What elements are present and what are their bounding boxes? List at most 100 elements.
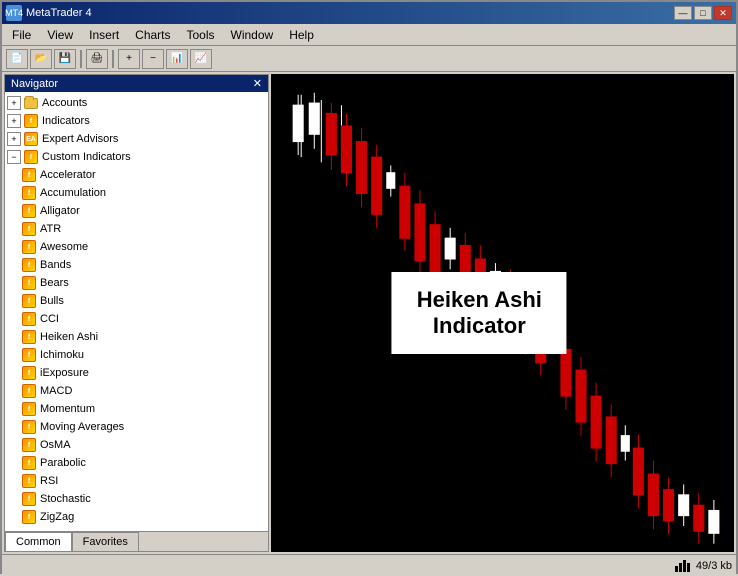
tree-item-bulls[interactable]: f Bulls	[19, 292, 268, 310]
label-bands: Bands	[40, 259, 71, 271]
menu-view[interactable]: View	[39, 26, 81, 44]
expand-accounts[interactable]: +	[7, 96, 21, 110]
chart-label-line2: Indicator	[433, 313, 526, 338]
toolbar-open[interactable]: 📂	[30, 49, 52, 69]
custom-indicators-icon: f	[23, 149, 39, 165]
chart-label: Heiken Ashi Indicator	[392, 272, 567, 354]
indicator-icon-accumulation: f	[21, 185, 37, 201]
menu-bar: File View Insert Charts Tools Window Hel…	[2, 24, 736, 46]
label-macd: MACD	[40, 385, 72, 397]
label-zigzag: ZigZag	[40, 511, 74, 523]
app-title: MetaTrader 4	[26, 7, 92, 19]
label-awesome: Awesome	[40, 241, 88, 253]
tree-item-ichimoku[interactable]: f Ichimoku	[19, 346, 268, 364]
toolbar-print[interactable]: 🖨	[86, 49, 108, 69]
title-bar: MT4 MetaTrader 4 — □ ✕	[2, 2, 736, 24]
label-stochastic: Stochastic	[40, 493, 91, 505]
expand-indicators[interactable]: +	[7, 114, 21, 128]
tree-item-bears[interactable]: f Bears	[19, 274, 268, 292]
indicator-icon-moving-averages: f	[21, 419, 37, 435]
indicator-icon-cci: f	[21, 311, 37, 327]
tree-item-accounts[interactable]: + Accounts	[5, 94, 268, 112]
tree-item-accumulation[interactable]: f Accumulation	[19, 184, 268, 202]
custom-indicators-label: Custom Indicators	[42, 151, 131, 163]
navigator-panel: Navigator ✕ + Accounts + f	[4, 74, 269, 552]
tree-item-iexposure[interactable]: f iExposure	[19, 364, 268, 382]
bars-icon	[675, 560, 690, 572]
tree-item-zigzag[interactable]: f ZigZag	[19, 508, 268, 526]
tree-item-rsi[interactable]: f RSI	[19, 472, 268, 490]
label-parabolic: Parabolic	[40, 457, 86, 469]
menu-charts[interactable]: Charts	[127, 26, 178, 44]
navigator-title: Navigator	[11, 78, 58, 90]
menu-help[interactable]: Help	[281, 26, 322, 44]
tab-common[interactable]: Common	[5, 532, 72, 551]
tree-item-parabolic[interactable]: f Parabolic	[19, 454, 268, 472]
tree-item-macd[interactable]: f MACD	[19, 382, 268, 400]
maximize-button[interactable]: □	[694, 6, 712, 20]
indicator-icon-rsi: f	[21, 473, 37, 489]
indicator-icon-alligator: f	[21, 203, 37, 219]
indicator-icon-osma: f	[21, 437, 37, 453]
app-icon: MT4	[6, 5, 22, 21]
navigator-header: Navigator ✕	[5, 75, 268, 92]
tree-item-alligator[interactable]: f Alligator	[19, 202, 268, 220]
accounts-icon	[23, 95, 39, 111]
tree-item-stochastic[interactable]: f Stochastic	[19, 490, 268, 508]
tree-item-awesome[interactable]: f Awesome	[19, 238, 268, 256]
toolbar-zoom-out[interactable]: −	[142, 49, 164, 69]
tree-item-indicators[interactable]: + f Indicators	[5, 112, 268, 130]
toolbar-indicator[interactable]: 📈	[190, 49, 212, 69]
menu-file[interactable]: File	[4, 26, 39, 44]
label-alligator: Alligator	[40, 205, 80, 217]
toolbar-chart[interactable]: 📊	[166, 49, 188, 69]
tree-item-osma[interactable]: f OsMA	[19, 436, 268, 454]
indicator-icon-ichimoku: f	[21, 347, 37, 363]
accounts-label: Accounts	[42, 97, 87, 109]
title-bar-controls: — □ ✕	[674, 6, 732, 20]
status-bars-indicator	[675, 560, 690, 572]
tree-item-momentum[interactable]: f Momentum	[19, 400, 268, 418]
toolbar-save[interactable]: 💾	[54, 49, 76, 69]
navigator-close-button[interactable]: ✕	[253, 77, 262, 90]
tree-item-expert-advisors[interactable]: + EA Expert Advisors	[5, 130, 268, 148]
label-moving-averages: Moving Averages	[40, 421, 124, 433]
indicator-icon-bulls: f	[21, 293, 37, 309]
indicator-icon-zigzag: f	[21, 509, 37, 525]
expand-expert-advisors[interactable]: +	[7, 132, 21, 146]
status-bar: 49/3 kb	[2, 554, 736, 576]
close-button[interactable]: ✕	[714, 6, 732, 20]
indicator-icon-stochastic: f	[21, 491, 37, 507]
tree-item-custom-indicators[interactable]: − f Custom Indicators	[5, 148, 268, 166]
tree-item-atr[interactable]: f ATR	[19, 220, 268, 238]
toolbar-zoom-in[interactable]: +	[118, 49, 140, 69]
main-content: Navigator ✕ + Accounts + f	[2, 72, 736, 554]
navigator-tree[interactable]: + Accounts + f Indicators +	[5, 92, 268, 531]
tree-item-accelerator[interactable]: f Accelerator	[19, 166, 268, 184]
indicators-label: Indicators	[42, 115, 90, 127]
label-rsi: RSI	[40, 475, 58, 487]
menu-insert[interactable]: Insert	[81, 26, 127, 44]
navigator-tabs: Common Favorites	[5, 531, 268, 551]
chart-area[interactable]: Heiken Ashi Indicator	[271, 74, 734, 552]
indicator-icon-awesome: f	[21, 239, 37, 255]
minimize-button[interactable]: —	[674, 6, 692, 20]
indicator-icon-accelerator: f	[21, 167, 37, 183]
toolbar-new[interactable]: 📄	[6, 49, 28, 69]
indicator-icon-atr: f	[21, 221, 37, 237]
expand-custom-indicators[interactable]: −	[7, 150, 21, 164]
toolbar-sep2	[112, 50, 114, 68]
label-cci: CCI	[40, 313, 59, 325]
status-kb-label: 49/3 kb	[696, 560, 732, 572]
label-iexposure: iExposure	[40, 367, 89, 379]
tree-item-moving-averages[interactable]: f Moving Averages	[19, 418, 268, 436]
tab-favorites[interactable]: Favorites	[72, 532, 139, 551]
indicator-icon-momentum: f	[21, 401, 37, 417]
expert-advisors-label: Expert Advisors	[42, 133, 118, 145]
tree-item-bands[interactable]: f Bands	[19, 256, 268, 274]
menu-tools[interactable]: Tools	[179, 26, 223, 44]
tree-item-heiken-ashi[interactable]: f Heiken Ashi	[19, 328, 268, 346]
menu-window[interactable]: Window	[223, 26, 282, 44]
chart-label-line1: Heiken Ashi	[417, 287, 542, 312]
tree-item-cci[interactable]: f CCI	[19, 310, 268, 328]
